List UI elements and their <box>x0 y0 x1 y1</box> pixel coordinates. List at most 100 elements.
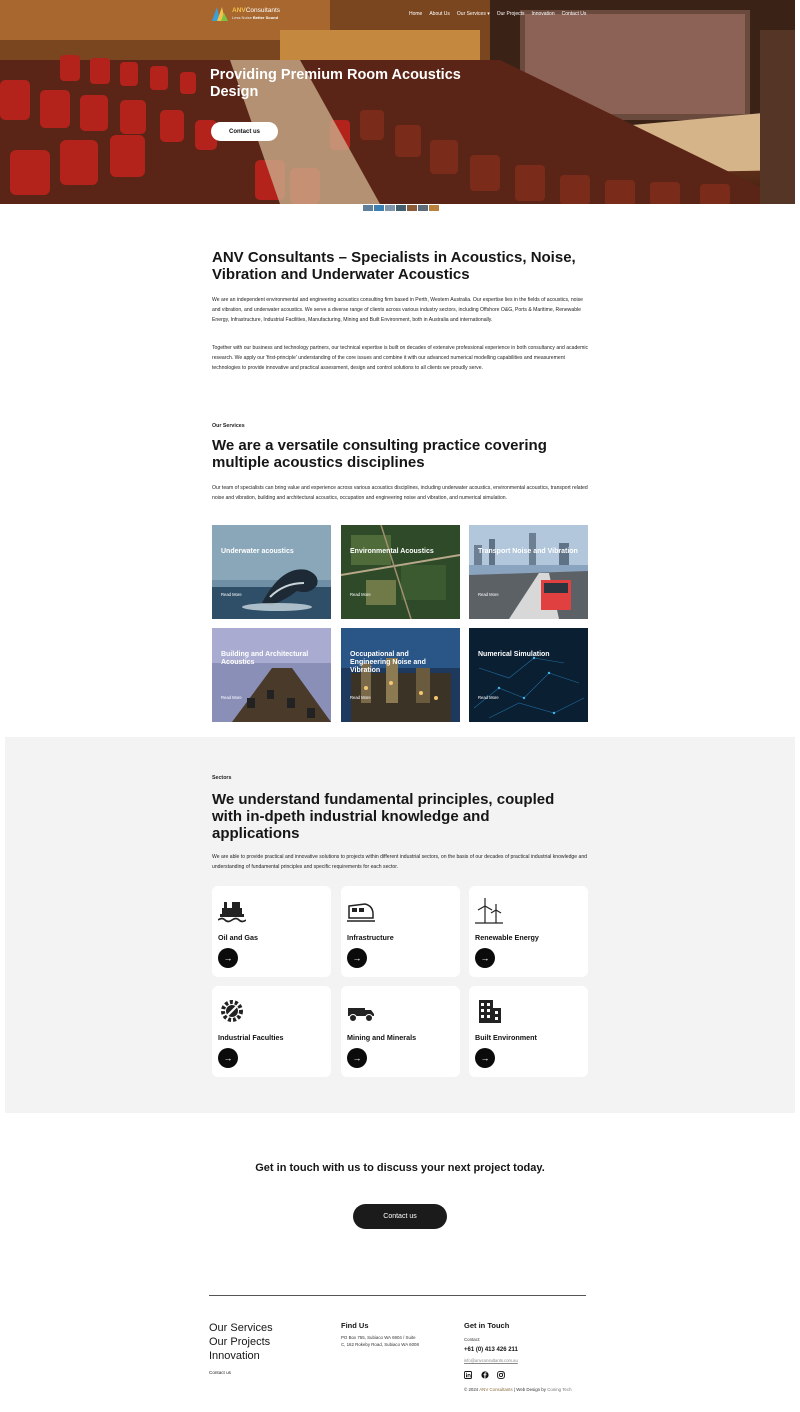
sector-card-built-environment[interactable]: Built Environment → <box>469 986 588 1077</box>
hero-thumbnail[interactable] <box>418 205 428 211</box>
wind-turbine-icon <box>475 898 503 924</box>
copyright-prefix: © 2024 <box>464 1387 479 1392</box>
find-us-heading: Find Us <box>341 1321 369 1330</box>
cta-text: Get in touch with us to discuss your nex… <box>255 1162 545 1174</box>
read-more-link[interactable]: Read More <box>221 695 242 700</box>
read-more-link[interactable]: Read More <box>478 695 499 700</box>
read-more-link[interactable]: Read More <box>350 695 371 700</box>
service-card-title: Environmental Acoustics <box>350 548 434 555</box>
sector-card-mining[interactable]: Mining and Minerals → <box>341 986 460 1077</box>
contact-label: Contact: <box>464 1337 481 1342</box>
network-image <box>469 628 588 722</box>
footer-link-projects[interactable]: Our Projects <box>209 1335 273 1349</box>
logo-name: Consultants <box>245 7 281 14</box>
sectors-description: We are able to provide practical and inn… <box>212 854 587 870</box>
footer-phone[interactable]: +61 (0) 413 426 211 <box>464 1347 518 1353</box>
train-icon <box>347 903 375 922</box>
nav-our-services[interactable]: Our Services ▾ <box>457 11 490 17</box>
arrow-right-icon[interactable]: → <box>347 948 367 968</box>
hero-thumbnail[interactable] <box>374 205 384 211</box>
service-card-title: Numerical Simulation <box>478 651 550 658</box>
chevron-down-icon: ▾ <box>487 11 490 17</box>
sector-card-renewable[interactable]: Renewable Energy → <box>469 886 588 977</box>
hero-thumbnail[interactable] <box>385 205 395 211</box>
arrow-right-icon[interactable]: → <box>218 1048 238 1068</box>
read-more-link[interactable]: Read More <box>350 592 371 597</box>
read-more-link[interactable]: Read More <box>478 592 499 597</box>
arrow-right-icon[interactable]: → <box>218 948 238 968</box>
arrow-right-icon[interactable]: → <box>475 948 495 968</box>
aerial-field-image <box>341 525 460 619</box>
sector-card-industrial[interactable]: Industrial Faculties → <box>212 986 331 1077</box>
nav-innovation[interactable]: Innovation <box>532 11 555 17</box>
copyright: © 2024 ANV Consultants | Web Design by C… <box>464 1387 572 1392</box>
hero-title: Providing Premium Room Acoustics Design <box>210 67 461 100</box>
sector-title: Built Environment <box>475 1033 537 1042</box>
logo-brand: ANV <box>232 7 246 14</box>
mining-truck-icon <box>348 1008 374 1022</box>
service-card-title: Occupational and Engineering Noise and V… <box>350 651 426 674</box>
service-card-underwater[interactable]: Underwater acoustics Read More <box>212 525 331 619</box>
nav-our-services-label: Our Services <box>456 11 486 17</box>
building-icon <box>479 1000 501 1023</box>
service-card-numerical[interactable]: Numerical Simulation Read More <box>469 628 588 722</box>
intro-paragraph-2: Together with our business and technolog… <box>212 345 589 371</box>
hero-contact-button[interactable]: Contact us <box>211 122 278 141</box>
service-card-title: Building and Architectural Acoustics <box>221 651 309 666</box>
footer-address: PO Box 755, Subiaco WA 6904 / Suite C, 1… <box>341 1335 419 1347</box>
hero-thumbnail[interactable] <box>407 205 417 211</box>
sectors-title: We understand fundamental principles, co… <box>212 791 555 842</box>
cta-contact-button[interactable]: Contact us <box>353 1204 447 1229</box>
conference-room-image <box>212 628 331 722</box>
gear-wrench-icon <box>221 1000 243 1022</box>
main-nav: Home About Us Our Services ▾ Our Project… <box>409 11 586 17</box>
service-card-occupational[interactable]: Occupational and Engineering Noise and V… <box>341 628 460 722</box>
linkedin-icon[interactable] <box>464 1371 472 1379</box>
footer-link-services[interactable]: Our Services <box>209 1321 273 1335</box>
service-card-building[interactable]: Building and Architectural Acoustics Rea… <box>212 628 331 722</box>
nav-contact-us[interactable]: Contact Us <box>562 11 587 17</box>
industrial-plant-image <box>341 628 460 722</box>
logo-tagline-bold: Better Sound <box>252 15 279 20</box>
auditorium-image <box>0 0 795 204</box>
nav-our-projects[interactable]: Our Projects <box>497 11 525 17</box>
whale-image <box>212 525 331 619</box>
sectors-eyebrow: Sectors <box>212 775 232 781</box>
instagram-icon[interactable] <box>497 1371 505 1379</box>
facebook-icon[interactable] <box>481 1371 489 1379</box>
arrow-right-icon[interactable]: → <box>475 1048 495 1068</box>
site-logo[interactable]: ANVConsultants Less Noise Better Sound <box>212 7 280 21</box>
sector-card-infrastructure[interactable]: Infrastructure → <box>341 886 460 977</box>
sector-title: Mining and Minerals <box>347 1033 417 1042</box>
copyright-designer-link[interactable]: Coning Tech <box>547 1387 571 1392</box>
footer-divider <box>209 1295 586 1296</box>
arrow-right-icon[interactable]: → <box>347 1048 367 1068</box>
nav-home[interactable]: Home <box>409 11 422 17</box>
copyright-separator: | Web Design by <box>513 1387 546 1392</box>
service-card-environmental[interactable]: Environmental Acoustics Read More <box>341 525 460 619</box>
sector-title: Industrial Faculties <box>218 1033 284 1042</box>
get-in-touch-heading: Get in Touch <box>464 1321 510 1330</box>
read-more-link[interactable]: Read More <box>221 592 242 597</box>
sector-title: Infrastructure <box>347 933 394 942</box>
hero-thumbnail[interactable] <box>363 205 373 211</box>
service-card-title: Transport Noise and Vibration <box>478 548 578 555</box>
footer-contact-link[interactable]: Contact us <box>209 1370 231 1375</box>
services-eyebrow: Our Services <box>212 423 245 429</box>
sector-title: Renewable Energy <box>475 933 539 942</box>
sector-card-oil-gas[interactable]: Oil and Gas → <box>212 886 331 977</box>
hero-thumbnail[interactable] <box>396 205 406 211</box>
hero-banner: ANVConsultants Less Noise Better Sound H… <box>0 0 795 204</box>
services-description: Our team of specialists can bring value … <box>212 485 588 501</box>
nav-about-us[interactable]: About Us <box>429 11 450 17</box>
footer-link-innovation[interactable]: Innovation <box>209 1349 273 1363</box>
intro-title: ANV Consultants – Specialists in Acousti… <box>212 249 576 283</box>
footer-email[interactable]: info@anvconsultants.com.au <box>464 1358 518 1363</box>
service-card-transport[interactable]: Transport Noise and Vibration Read More <box>469 525 588 619</box>
logo-tagline-prefix: Less Noise <box>232 15 252 20</box>
oil-rig-icon <box>218 902 246 923</box>
hero-thumbnails <box>363 205 439 211</box>
copyright-company-link[interactable]: ANV Consultants <box>479 1387 512 1392</box>
footer-links: Our Services Our Projects Innovation <box>209 1321 273 1363</box>
hero-thumbnail[interactable] <box>429 205 439 211</box>
